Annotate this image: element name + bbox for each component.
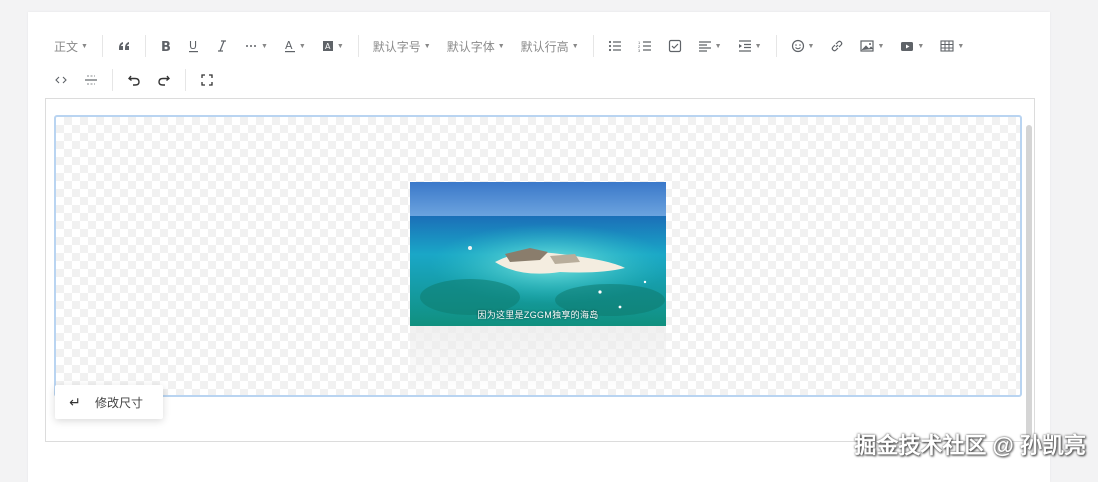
table-dropdown[interactable]: ▼ bbox=[932, 32, 972, 60]
paragraph-style-label: 正文 bbox=[54, 39, 79, 54]
svg-text:3: 3 bbox=[638, 48, 641, 53]
island-image bbox=[410, 182, 666, 326]
emoji-icon bbox=[791, 39, 805, 53]
toolbar-row-1: 正文 ▼ B U ▼ A ▼ A ▼ 默认字号 ▼ 默认字体 ▼ 默认行高 ▼ 1 2 3 ▼ ▼ ▼ ▼ ▼ ▼ bbox=[46, 30, 972, 62]
redo-icon bbox=[157, 73, 171, 87]
background-color-dropdown[interactable]: A ▼ bbox=[314, 32, 352, 60]
caret-down-icon: ▼ bbox=[807, 42, 815, 50]
toolbar-separator bbox=[144, 35, 146, 57]
toolbar: 正文 ▼ B U ▼ A ▼ A ▼ 默认字号 ▼ 默认字体 ▼ 默认行高 ▼ 1 2 3 ▼ ▼ ▼ ▼ ▼ ▼ bbox=[46, 30, 1046, 98]
enter-icon: ↵ bbox=[69, 393, 81, 410]
table-icon bbox=[940, 39, 954, 53]
divider-button[interactable] bbox=[76, 66, 106, 94]
checkbox-icon bbox=[668, 39, 682, 53]
caret-down-icon: ▼ bbox=[877, 42, 885, 50]
code-button[interactable] bbox=[46, 66, 76, 94]
underline-button[interactable]: U bbox=[180, 32, 208, 60]
paragraph-style-dropdown[interactable]: 正文 ▼ bbox=[46, 32, 96, 60]
numbered-list-button[interactable]: 123 bbox=[630, 32, 660, 60]
undo-button[interactable] bbox=[119, 66, 149, 94]
bold-button[interactable]: B bbox=[152, 32, 180, 60]
emoji-dropdown[interactable]: ▼ bbox=[783, 32, 823, 60]
font-color-icon: A bbox=[284, 39, 296, 53]
font-family-dropdown[interactable]: 默认字体 ▼ bbox=[439, 32, 513, 60]
svg-text:B: B bbox=[161, 40, 171, 53]
underline-icon: U bbox=[188, 39, 200, 53]
caret-down-icon: ▼ bbox=[336, 42, 344, 50]
caret-down-icon: ▼ bbox=[714, 42, 722, 50]
undo-icon bbox=[127, 73, 141, 87]
bulleted-list-button[interactable] bbox=[600, 32, 630, 60]
divider-icon bbox=[84, 73, 98, 87]
toolbar-separator bbox=[592, 35, 594, 57]
quote-button[interactable] bbox=[109, 32, 139, 60]
image-icon bbox=[860, 39, 875, 53]
caret-down-icon: ▼ bbox=[423, 42, 431, 50]
image-dropdown[interactable]: ▼ bbox=[852, 32, 892, 60]
video-thumbnail[interactable]: 因为这里是ZGGM独享的海岛 bbox=[410, 182, 666, 326]
quote-icon bbox=[117, 39, 131, 53]
caret-down-icon: ▼ bbox=[298, 42, 306, 50]
caret-down-icon: ▼ bbox=[81, 42, 88, 50]
fullscreen-icon bbox=[200, 73, 214, 87]
indent-dropdown[interactable]: ▼ bbox=[730, 32, 770, 60]
caret-down-icon: ▼ bbox=[754, 42, 762, 50]
caret-down-icon: ▼ bbox=[571, 42, 579, 50]
svg-text:U: U bbox=[189, 39, 197, 52]
editor-card: 正文 ▼ B U ▼ A ▼ A ▼ 默认字号 ▼ 默认字体 ▼ 默认行高 ▼ 1 2 3 ▼ ▼ ▼ ▼ ▼ ▼ bbox=[28, 12, 1050, 482]
bold-icon: B bbox=[160, 39, 172, 53]
italic-button[interactable] bbox=[208, 32, 236, 60]
italic-icon bbox=[216, 39, 228, 53]
toolbar-separator bbox=[357, 35, 359, 57]
caret-down-icon: ▼ bbox=[497, 42, 505, 50]
svg-text:A: A bbox=[285, 39, 293, 52]
todo-button[interactable] bbox=[660, 32, 690, 60]
font-color-dropdown[interactable]: A ▼ bbox=[276, 32, 314, 60]
resize-button[interactable]: ↵ 修改尺寸 bbox=[55, 385, 163, 419]
toolbar-separator bbox=[775, 35, 777, 57]
ellipsis-icon bbox=[244, 39, 258, 53]
editor-content[interactable]: 因为这里是ZGGM独享的海岛 ↵ 修改尺寸 bbox=[45, 98, 1035, 442]
line-height-label: 默认行高 bbox=[520, 39, 569, 54]
toolbar-row-2 bbox=[46, 64, 222, 96]
link-button[interactable] bbox=[822, 32, 852, 60]
fullscreen-button[interactable] bbox=[192, 66, 222, 94]
toolbar-separator bbox=[185, 69, 186, 91]
video-block[interactable]: 因为这里是ZGGM独享的海岛 bbox=[54, 115, 1022, 397]
background-color-icon: A bbox=[322, 39, 334, 53]
bulleted-list-icon bbox=[608, 39, 622, 53]
line-height-dropdown[interactable]: 默认行高 ▼ bbox=[513, 32, 587, 60]
toolbar-separator bbox=[101, 35, 103, 57]
resize-label: 修改尺寸 bbox=[95, 395, 144, 410]
image-reflection bbox=[410, 326, 666, 392]
link-icon bbox=[830, 39, 844, 53]
font-size-label: 默认字号 bbox=[372, 39, 421, 54]
video-dropdown[interactable]: ▼ bbox=[892, 32, 932, 60]
numbered-list-icon: 123 bbox=[638, 39, 652, 53]
video-icon bbox=[900, 39, 914, 53]
toolbar-separator bbox=[112, 69, 113, 91]
more-styles-dropdown[interactable]: ▼ bbox=[236, 32, 276, 60]
indent-icon bbox=[738, 39, 752, 53]
svg-text:A: A bbox=[325, 42, 331, 51]
scrollbar[interactable] bbox=[1026, 125, 1032, 437]
code-icon bbox=[54, 73, 68, 87]
caret-down-icon: ▼ bbox=[917, 42, 925, 50]
caret-down-icon: ▼ bbox=[957, 42, 965, 50]
caret-down-icon: ▼ bbox=[260, 42, 268, 50]
align-dropdown[interactable]: ▼ bbox=[690, 32, 730, 60]
align-left-icon bbox=[698, 39, 712, 53]
watermark: 掘金技术社区 @ 孙凯亮 bbox=[854, 433, 1086, 458]
redo-button[interactable] bbox=[149, 66, 179, 94]
font-family-label: 默认字体 bbox=[446, 39, 495, 54]
video-caption: 因为这里是ZGGM独享的海岛 bbox=[477, 310, 599, 320]
font-size-dropdown[interactable]: 默认字号 ▼ bbox=[365, 32, 439, 60]
